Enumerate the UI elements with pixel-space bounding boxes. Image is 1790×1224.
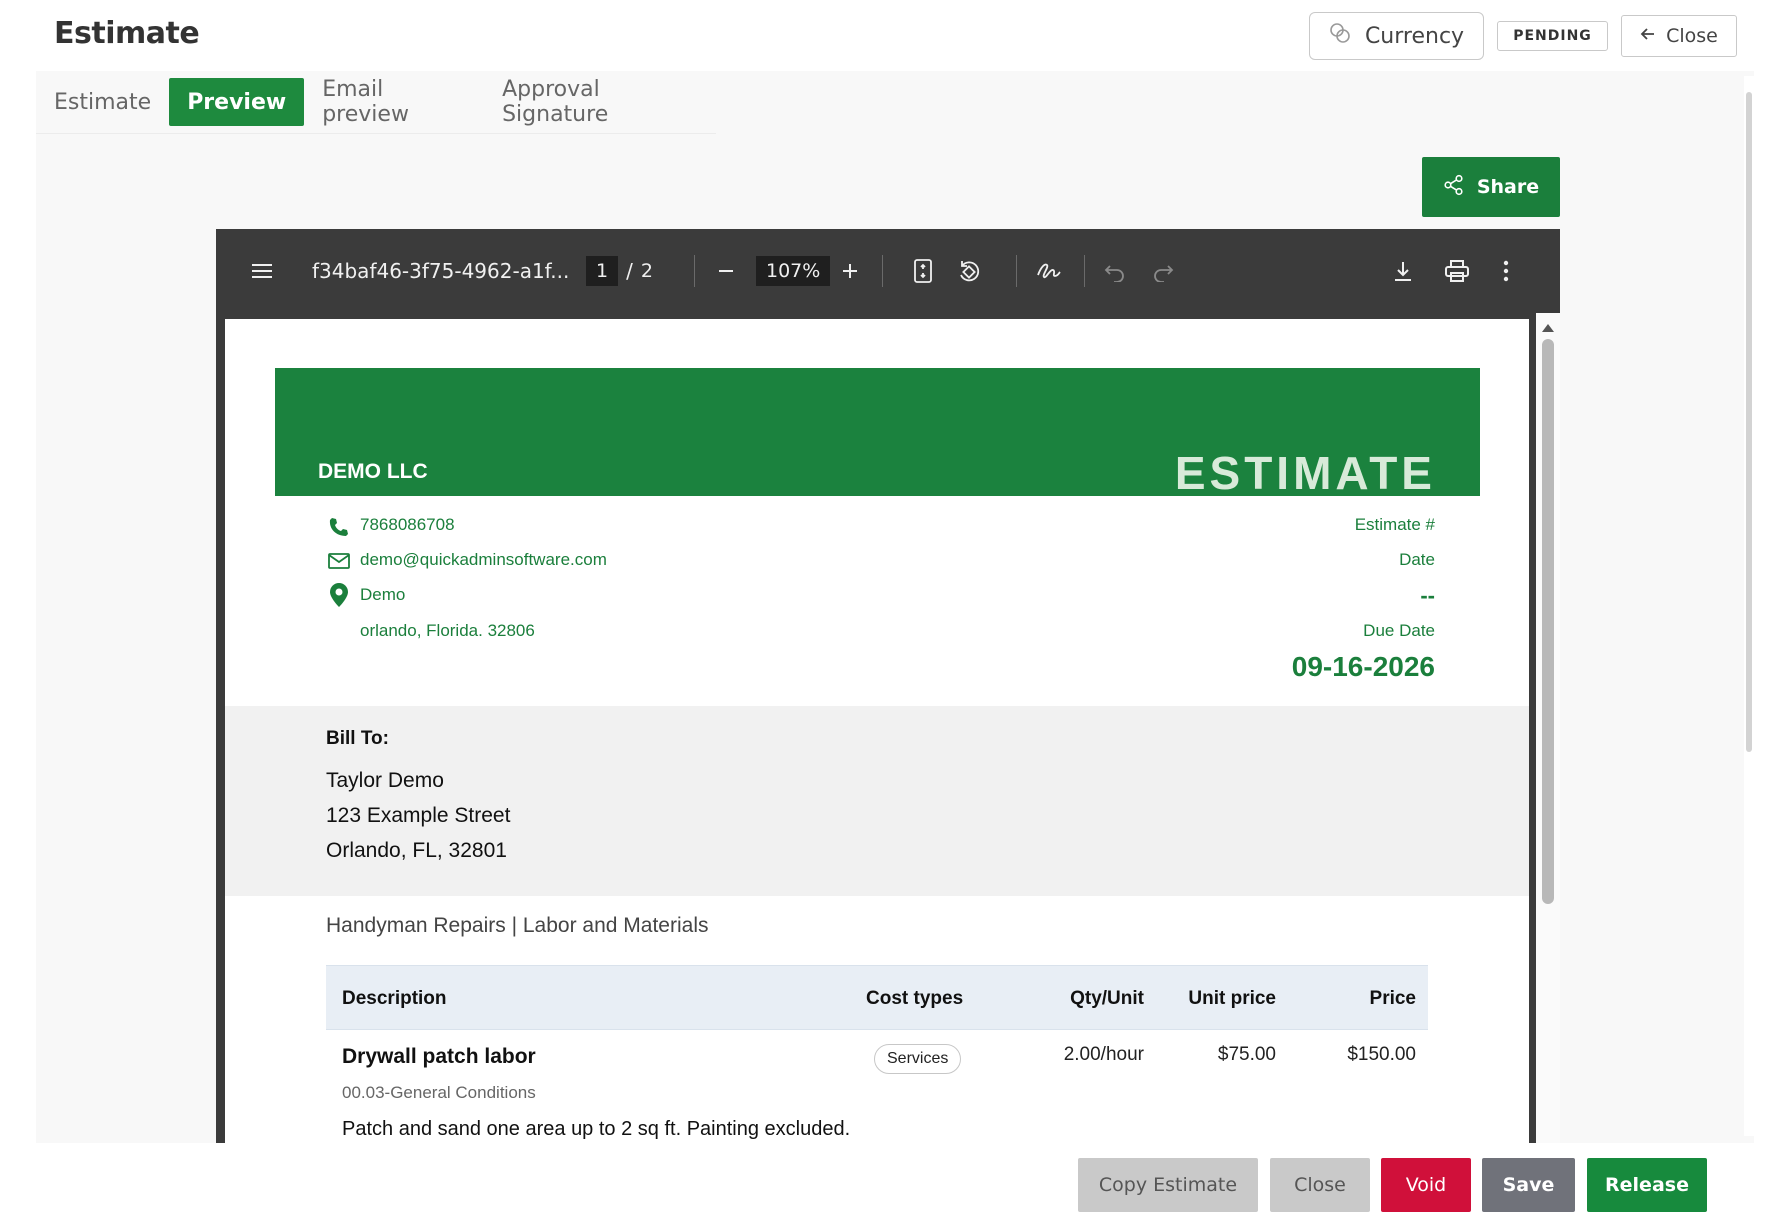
due-date-label: Due Date [1363,621,1435,640]
tab-preview[interactable]: Preview [169,78,305,126]
cost-type-badge: Services [874,1044,962,1074]
bill-to-label: Bill To: [326,728,389,749]
item-qty-unit: 2.00/hour [1063,1044,1144,1065]
due-date-value: 09-16-2026 [1291,651,1435,682]
item-code: 00.03-General Conditions [342,1083,536,1102]
copy-estimate-button[interactable]: Copy Estimate [1078,1158,1258,1212]
tab-estimate[interactable]: Estimate [36,78,169,126]
scroll-up-arrow-icon[interactable] [1541,318,1555,337]
close-button[interactable]: Close [1270,1158,1370,1212]
company-address-line1: Demo [360,585,406,604]
tab-email-preview[interactable]: Email preview [304,77,484,127]
undo-icon[interactable] [1104,229,1126,313]
pdf-page: DEMO LLC ESTIMATE 7868086708 demo@quicka… [225,319,1529,1143]
item-note: Patch and sand one area up to 2 sq ft. P… [342,1118,851,1140]
draw-icon[interactable] [1036,229,1062,313]
page-total: 2 [640,260,653,282]
download-icon[interactable] [1392,229,1414,313]
company-name: DEMO LLC [318,460,428,483]
date-label: Date [1399,550,1435,569]
close-top-label: Close [1666,25,1718,47]
page-title: Estimate [54,16,200,51]
bill-to-city: Orlando, FL, 32801 [326,839,507,862]
phone-icon [328,517,348,541]
close-top-button[interactable]: Close [1621,15,1737,57]
page-separator: / [626,259,633,283]
bill-to-street: 123 Example Street [326,804,511,827]
col-unit-price: Unit price [1188,987,1276,1009]
void-button[interactable]: Void [1381,1158,1471,1212]
item-name: Drywall patch labor [342,1045,536,1068]
col-price: Price [1369,987,1416,1009]
page-number-input[interactable]: 1 [586,256,619,286]
share-icon [1443,174,1465,201]
menu-icon[interactable] [250,229,274,313]
item-price: $150.00 [1347,1044,1416,1065]
release-button[interactable]: Release [1587,1158,1707,1212]
bill-to-name: Taylor Demo [326,769,444,792]
arrow-left-icon [1640,25,1656,47]
more-options-icon[interactable] [1502,229,1510,313]
zoom-in-icon[interactable] [840,229,860,313]
zoom-level[interactable]: 107% [756,256,831,286]
project-title: Handyman Repairs | Labor and Materials [326,914,709,937]
location-pin-icon [330,583,348,611]
col-qty-unit: Qty/Unit [1070,987,1144,1009]
share-label: Share [1476,176,1540,198]
page-scroll-thumb[interactable] [1746,92,1752,752]
redo-icon[interactable] [1152,229,1174,313]
company-email: demo@quickadminsoftware.com [360,550,607,569]
save-button[interactable]: Save [1482,1158,1575,1212]
tab-bar: Estimate Preview Email preview Approval … [36,77,716,134]
email-icon [328,553,350,573]
company-address-line2: orlando, Florida. 32806 [360,621,535,640]
currency-label: Currency [1364,23,1465,49]
item-unit-price: $75.00 [1217,1044,1276,1065]
col-description: Description [342,987,447,1009]
zoom-out-icon[interactable] [716,229,736,313]
share-button[interactable]: Share [1422,157,1560,217]
col-cost-types: Cost types [866,987,964,1009]
tab-approval-signature[interactable]: Approval Signature [484,77,716,127]
pdf-toolbar: f34baf46-3f75-4962-a1f... 1 / 2 107% [216,229,1560,313]
status-badge: PENDING [1497,21,1608,51]
table-header: Description Cost types Qty/Unit Unit pri… [326,965,1428,1030]
pdf-file-name: f34baf46-3f75-4962-a1f... [312,259,570,283]
company-phone: 7868086708 [360,515,455,534]
print-icon[interactable] [1444,229,1470,313]
bill-to-section [225,706,1529,896]
estimate-number-label: Estimate # [1354,515,1435,534]
fit-page-icon[interactable] [912,229,934,313]
currency-button[interactable]: Currency [1309,12,1484,60]
date-value: -- [1420,583,1435,608]
rotate-icon[interactable] [956,229,982,313]
currency-icon [1329,22,1351,50]
document-heading: ESTIMATE [1174,447,1436,499]
pdf-scroll-thumb[interactable] [1542,339,1554,904]
